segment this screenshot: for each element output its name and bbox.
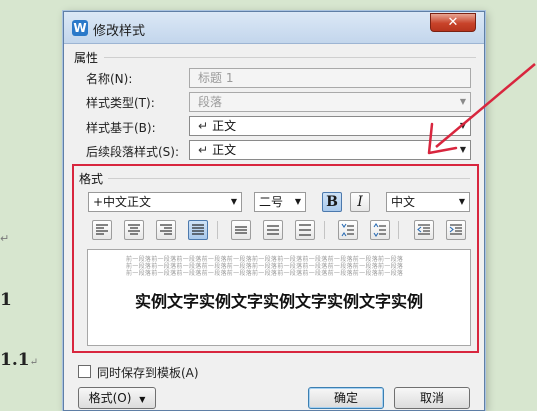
save-to-template-label[interactable]: 同时保存到模板(A)	[97, 364, 199, 381]
chevron-down-icon[interactable]: ▼	[460, 141, 466, 159]
chevron-down-icon[interactable]: ▼	[295, 193, 301, 211]
name-label: 名称(N):	[86, 72, 133, 86]
heading-1-1: 1.1↵	[0, 350, 38, 370]
indent-increase-icon	[449, 224, 462, 235]
double-spacing-button[interactable]	[295, 220, 315, 240]
single-spacing-button[interactable]	[231, 220, 251, 240]
chevron-down-icon[interactable]: ▼	[460, 117, 466, 135]
align-left-button[interactable]	[92, 220, 112, 240]
chevron-down-icon[interactable]: ▼	[231, 193, 237, 211]
name-value: 标题 1	[198, 71, 234, 85]
decrease-indent-button[interactable]	[414, 220, 434, 240]
double-spacing-icon	[299, 224, 311, 236]
next-paragraph-label: 后续段落样式(S):	[86, 145, 180, 159]
heading-1: 1	[0, 290, 12, 310]
language-value: 中文	[391, 195, 416, 209]
bold-button[interactable]: B	[322, 192, 342, 212]
cancel-button[interactable]: 取消	[394, 387, 470, 409]
based-on-value: 正文	[212, 119, 237, 133]
format-divider	[108, 178, 470, 179]
align-center-icon	[128, 224, 140, 235]
decrease-paragraph-spacing-button[interactable]	[338, 220, 358, 240]
chevron-down-icon[interactable]: ▼	[459, 193, 465, 211]
format-menu-button[interactable]: 格式(O) ▼	[78, 387, 156, 409]
spacing-decrease-icon	[341, 223, 354, 237]
format-menu-label: 格式(O)	[88, 391, 132, 405]
ok-button[interactable]: 确定	[308, 387, 384, 409]
spacing-increase-icon	[373, 223, 386, 237]
font-size-select[interactable]: 二号 ▼	[254, 192, 306, 212]
one-half-spacing-icon	[267, 225, 279, 235]
align-center-button[interactable]	[124, 220, 144, 240]
style-type-value: 段落	[198, 95, 223, 109]
indent-decrease-icon	[417, 224, 430, 235]
toolbar-divider	[398, 221, 399, 239]
close-button[interactable]: ✕	[430, 13, 476, 32]
font-size-value: 二号	[259, 195, 284, 209]
language-select[interactable]: 中文 ▼	[386, 192, 470, 212]
heading-1-1-mark: ↵	[29, 357, 38, 368]
chevron-down-icon: ▼	[139, 395, 146, 404]
style-preview: 前一段落前一段落前一段落前一段落前一段落前一段落前一段落前一段落前一段落前一段落…	[87, 249, 471, 346]
heading-1-1-text: 1.1	[0, 350, 30, 370]
chevron-down-icon: ▼	[459, 97, 466, 106]
dialog-title: 修改样式	[93, 24, 146, 39]
name-field: 标题 1	[189, 68, 471, 88]
align-right-icon	[160, 224, 172, 235]
increase-indent-button[interactable]	[446, 220, 466, 240]
toolbar-divider	[217, 221, 218, 239]
based-on-select[interactable]: ↵ 正文 ▼	[189, 116, 471, 136]
modify-style-dialog: W 修改样式 ✕ 属性 名称(N): 标题 1 样式类型(T): 段落 ▼ 样式…	[63, 11, 485, 411]
font-select[interactable]: +中文正文 ▼	[88, 192, 242, 212]
paragraph-return-icon: ↵	[198, 119, 209, 133]
properties-group-label: 属性	[74, 51, 99, 65]
wps-app-icon: W	[72, 20, 88, 36]
paragraph-return-icon: ↵	[198, 143, 209, 157]
justify-icon	[192, 224, 204, 235]
increase-paragraph-spacing-button[interactable]	[370, 220, 390, 240]
one-half-spacing-button[interactable]	[263, 220, 283, 240]
format-section-highlight: 格式 +中文正文 ▼ 二号 ▼ B I 中文 ▼ 前一段落前一段落前一段落前一段…	[72, 164, 479, 353]
toolbar-divider	[324, 221, 325, 239]
next-paragraph-value: 正文	[212, 143, 237, 157]
next-paragraph-select[interactable]: ↵ 正文 ▼	[189, 140, 471, 160]
preview-sample-text: 实例文字实例文字实例文字实例文字实例	[134, 292, 423, 311]
properties-divider	[104, 57, 476, 58]
paragraph-mark: ↵	[0, 232, 10, 245]
format-group-label: 格式	[79, 172, 104, 186]
style-type-select: 段落 ▼	[189, 92, 471, 112]
align-right-button[interactable]	[156, 220, 176, 240]
style-type-label: 样式类型(T):	[86, 96, 155, 110]
font-value: +中文正文	[93, 195, 152, 209]
based-on-label: 样式基于(B):	[86, 121, 156, 135]
single-spacing-icon	[235, 226, 247, 234]
heading-1-text: 1	[0, 290, 12, 310]
save-to-template-checkbox[interactable]	[78, 365, 91, 378]
dialog-titlebar[interactable]: W 修改样式 ✕	[64, 12, 484, 44]
preview-previous-paragraph: 前一段落前一段落前一段落前一段落前一段落前一段落前一段落前一段落前一段落前一段落…	[126, 270, 404, 277]
justify-button[interactable]	[188, 220, 208, 240]
italic-button[interactable]: I	[350, 192, 370, 212]
align-left-icon	[96, 224, 108, 235]
